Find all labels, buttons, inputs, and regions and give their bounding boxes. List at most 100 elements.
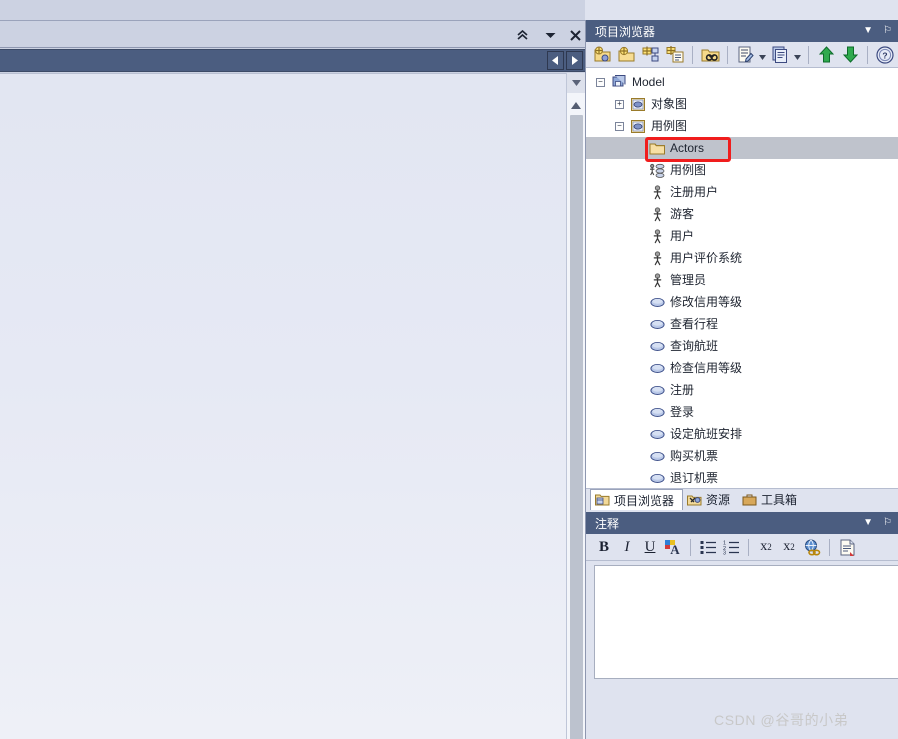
format-separator [829,538,830,556]
tree-node-label: 注册用户 [670,185,719,199]
close-button[interactable] [565,26,585,44]
folder-icon [648,140,666,156]
tree-node-label: 购买机票 [670,449,719,463]
triangle-up-icon [571,101,581,109]
tree-node[interactable]: 用户 [586,225,898,247]
tab-scroll-right-button[interactable] [566,51,583,70]
tree-node-selected[interactable]: Actors [586,137,898,159]
move-up-icon[interactable] [815,44,837,66]
usecase-icon [648,294,666,310]
panel-tab[interactable]: 工具箱 [738,489,805,510]
bullet-list-icon[interactable] [697,536,719,558]
canvas-vertical-scrollbar[interactable] [566,73,585,739]
scrollbar-thumb[interactable] [570,115,583,739]
edit-icon[interactable] [734,44,756,66]
model-icon-glyph [612,74,625,86]
diagram-canvas[interactable] [0,73,566,739]
toolbar-separator [867,45,868,64]
explorer-menu-dropdown-icon[interactable]: ▼ [863,26,873,36]
project-tree[interactable]: − Model + 对象图 − 用例图 Actors 用例图注册用户游客用户用户评价系统 管理员… [586,68,898,488]
actor-icon-glyph [653,272,661,287]
explorer-title-text: 项目浏览器 [595,24,656,39]
italic-icon[interactable]: I [616,536,638,558]
open-project-icon[interactable] [616,44,638,66]
move-down-icon[interactable] [839,44,861,66]
superscript-icon[interactable]: x2 [755,536,777,558]
collapse-toggle-icon[interactable]: − [596,77,605,87]
bold-icon[interactable]: B [593,536,615,558]
tree-node[interactable]: + 对象图 [586,93,898,115]
tree-node[interactable]: 检查信用等级 [586,357,898,379]
tree-node[interactable]: 用户评价系统 [586,247,898,269]
copy-dropdown-caret-icon[interactable] [793,44,802,66]
tree-node[interactable]: 用例图 [586,159,898,181]
actor-icon [648,272,666,288]
panel-tab-strip: 项目浏览器 资源 工具箱 [586,488,898,510]
tab-scroll-left-button[interactable] [547,51,564,70]
edit-dropdown-caret-icon[interactable] [758,44,767,66]
explorer-tab-icon [595,493,610,507]
tree-node-label: 用户 [670,229,695,243]
collapse-toggle-icon[interactable]: − [615,121,624,131]
editor-tab-bar [0,49,585,72]
subscript-icon[interactable]: x2 [778,536,800,558]
tree-node[interactable]: 退订机票 [586,467,898,488]
tree-node-label: Model [632,75,665,89]
actor-icon [648,184,666,200]
panel-tab-label: 项目浏览器 [614,493,675,508]
tree-node[interactable]: 登录 [586,401,898,423]
panel-tab[interactable]: 项目浏览器 [590,489,684,510]
tree-node[interactable]: 查看行程 [586,313,898,335]
tree-node-label: Actors [670,141,705,155]
copy-icon[interactable] [769,44,791,66]
find-icon[interactable] [699,44,721,66]
notes-pin-icon[interactable]: ⚐ [883,518,892,528]
tree-node[interactable]: 购买机票 [586,445,898,467]
triangle-down-small-icon [571,80,581,86]
tree-node-label: 登录 [670,405,695,419]
tree-node[interactable]: 修改信用等级 [586,291,898,313]
tree-node[interactable]: 注册 [586,379,898,401]
scroll-split-button[interactable] [567,73,585,93]
model-icon [610,74,628,90]
tree-node[interactable]: 管理员 [586,269,898,291]
tree-node[interactable]: − Model [586,71,898,93]
hyperlink-icon[interactable] [801,536,823,558]
expand-toggle-icon[interactable]: + [615,99,624,109]
toolbar-separator [808,45,809,64]
underline-icon[interactable]: U [639,536,661,558]
editor-toolbar-row [0,22,585,48]
tree-node[interactable]: 游客 [586,203,898,225]
scroll-up-button[interactable] [567,97,585,113]
collapse-chevron-icon[interactable] [512,26,532,44]
font-color-icon[interactable]: A [662,536,684,558]
insert-document-icon[interactable] [836,536,858,558]
tree-node[interactable]: 查询航班 [586,335,898,357]
editor-dropdown-button[interactable] [540,26,560,44]
new-project-icon[interactable] [592,44,614,66]
notes-text-editor[interactable] [594,565,898,679]
tree-node-label: 检查信用等级 [670,361,743,375]
explorer-pin-icon[interactable]: ⚐ [883,26,892,36]
add-diagram-icon[interactable] [664,44,686,66]
add-model-icon[interactable] [640,44,662,66]
tree-node[interactable]: − 用例图 [586,115,898,137]
usecase-icon [648,404,666,420]
panel-tab[interactable]: 资源 [683,489,738,510]
tree-node[interactable]: 设定航班安排 [586,423,898,445]
notes-title-bar: 注释 ▼ ⚐ [586,512,898,534]
numbered-list-icon[interactable]: 1 2 3 [720,536,742,558]
notes-menu-dropdown-icon[interactable]: ▼ [863,518,873,528]
usecase-icon [648,382,666,398]
editor-top-strip [0,0,585,21]
help-icon[interactable]: ? [874,44,896,66]
tree-node[interactable]: 注册用户 [586,181,898,203]
usecase-icon [648,338,666,354]
